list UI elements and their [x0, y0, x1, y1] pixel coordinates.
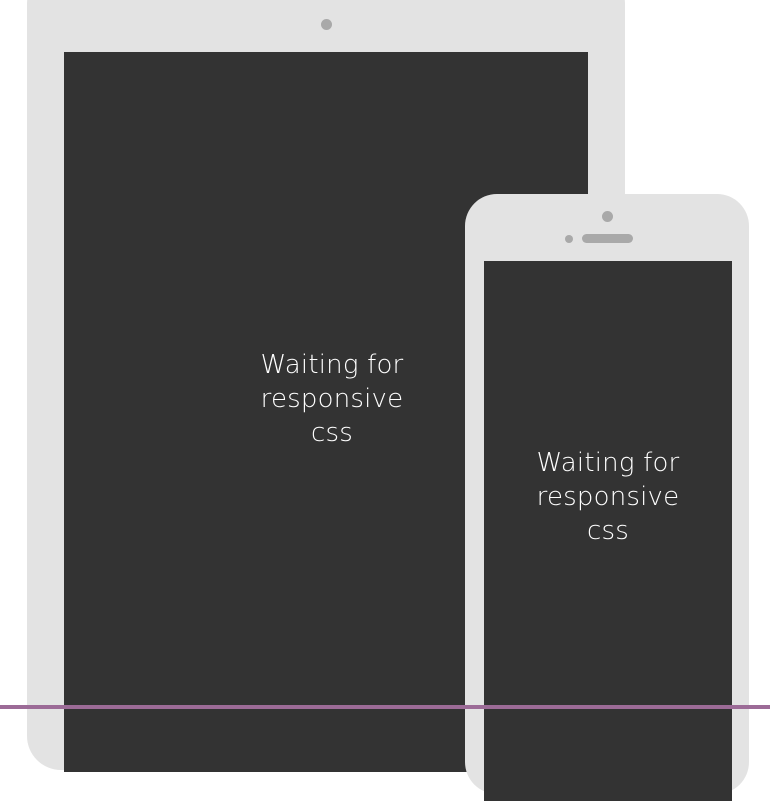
- phone-message-line-2: responsive: [536, 482, 680, 512]
- phone-device: Waiting for responsive css: [465, 194, 749, 801]
- tablet-message-line-3: css: [311, 418, 353, 448]
- tablet-camera-icon: [321, 19, 332, 30]
- tablet-message-line-1: Waiting for: [260, 350, 404, 380]
- phone-sensor-icon: [565, 235, 573, 243]
- phone-speaker-icon: [582, 234, 633, 243]
- phone-waiting-message: Waiting for responsive css: [533, 446, 683, 548]
- tablet-message-line-2: responsive: [260, 384, 404, 414]
- phone-camera-icon: [602, 211, 613, 222]
- tablet-waiting-message: Waiting for responsive css: [257, 348, 407, 450]
- phone-screen: Waiting for responsive css: [484, 261, 732, 801]
- phone-message-line-3: css: [587, 516, 629, 546]
- bottom-accent-bar: [0, 705, 770, 709]
- phone-message-line-1: Waiting for: [536, 448, 680, 478]
